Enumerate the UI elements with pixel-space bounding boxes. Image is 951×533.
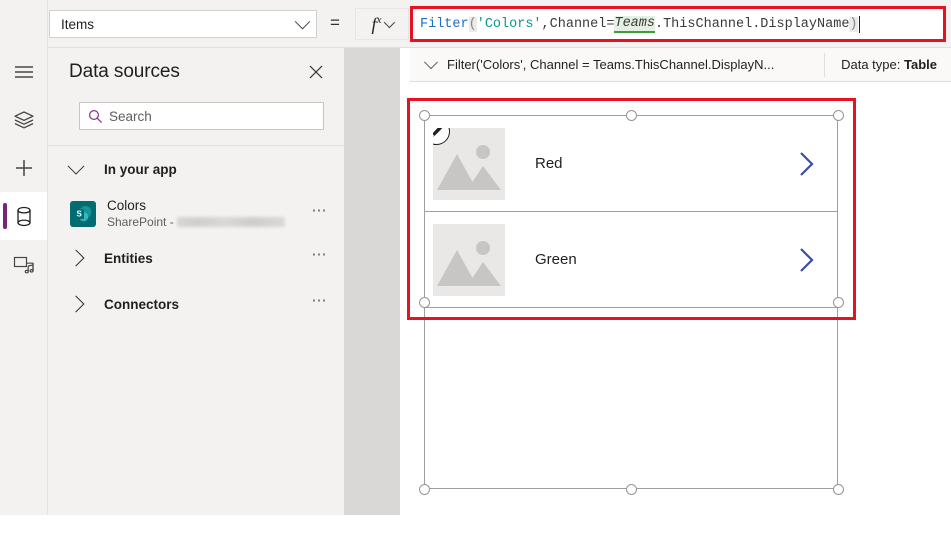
gallery-row-label: Green: [535, 251, 577, 268]
power-apps-studio: Items = fx Filter('Colors', Channel = Te…: [0, 0, 951, 533]
text-caret: [858, 15, 860, 33]
more-options-icon[interactable]: ⋯: [312, 203, 329, 222]
formula-input[interactable]: Filter('Colors', Channel = Teams .ThisCha…: [413, 9, 943, 39]
gallery-row-green[interactable]: Green: [425, 212, 837, 308]
resize-handle-top-left[interactable]: [418, 109, 430, 121]
property-dropdown-value: Items: [61, 16, 95, 32]
group-chevron-wrap: [67, 295, 104, 313]
gallery-control[interactable]: Red Green: [424, 115, 838, 489]
chevron-down-icon: [294, 13, 311, 29]
chevron-right-icon: [67, 249, 85, 267]
rail-item-data[interactable]: [0, 192, 47, 240]
equals-sign: =: [330, 13, 340, 32]
chevron-down-icon: [67, 157, 85, 175]
data-source-subtitle-prefix: SharePoint -: [107, 215, 174, 229]
search-icon: [88, 109, 103, 124]
data-source-item-colors[interactable]: S Colors SharePoint - ⋯: [48, 192, 344, 235]
formula-input-annotation-box: Filter('Colors', Channel = Teams .ThisCha…: [410, 6, 946, 42]
formula-bar: Items = fx Filter('Colors', Channel = Te…: [0, 0, 951, 48]
chevron-down-icon: [384, 16, 396, 29]
resize-handle-bottom-center[interactable]: [625, 483, 637, 495]
chevron-right-icon[interactable]: [798, 245, 815, 275]
formula-token-function: Filter: [420, 16, 469, 32]
data-type-value: Table: [904, 57, 937, 72]
data-type-indicator: Data type: Table: [825, 57, 951, 72]
data-source-name: Colors: [107, 198, 147, 213]
data-type-label: Data type:: [841, 57, 901, 72]
formula-bar-rail-spacer: [0, 0, 48, 48]
resize-handle-middle-left[interactable]: [418, 296, 430, 308]
image-placeholder-icon: [433, 127, 505, 200]
redacted-email: [176, 217, 285, 227]
property-dropdown[interactable]: Items: [49, 10, 317, 38]
hamburger-icon: [14, 65, 34, 79]
data-sources-header: Data sources: [48, 48, 344, 96]
rail-item-tree-view[interactable]: [0, 96, 47, 144]
group-label: In your app: [104, 161, 177, 177]
database-icon: [15, 206, 33, 227]
svg-text:S: S: [77, 209, 83, 218]
resize-handle-middle-right[interactable]: [832, 296, 844, 308]
fx-button[interactable]: fx: [355, 8, 409, 40]
group-in-your-app[interactable]: In your app: [48, 146, 344, 192]
rail-item-hamburger-menu[interactable]: [0, 48, 47, 96]
gallery-row-red[interactable]: Red: [425, 116, 837, 212]
rail-item-media[interactable]: [0, 240, 47, 288]
left-icon-rail: [0, 48, 48, 515]
formula-token-close-paren: ): [849, 16, 858, 32]
chevron-right-icon[interactable]: [798, 149, 815, 179]
plus-icon: [14, 158, 34, 178]
canvas-gutter: [344, 48, 400, 515]
resize-handle-bottom-right[interactable]: [832, 483, 844, 495]
formula-preview-text: Filter('Colors', Channel = Teams.ThisCha…: [447, 57, 775, 72]
image-placeholder-icon: [433, 223, 505, 296]
gallery-row-label: Red: [535, 155, 563, 172]
data-sources-search-row: [48, 96, 344, 145]
chevron-down-icon[interactable]: [423, 54, 439, 69]
group-label: Entities: [104, 250, 153, 266]
group-chevron-wrap: [67, 157, 104, 175]
resize-handle-bottom-left[interactable]: [418, 483, 430, 495]
formula-token-table: 'Colors': [476, 16, 542, 32]
group-label: Connectors: [104, 296, 180, 312]
close-icon[interactable]: [304, 60, 328, 84]
group-entities[interactable]: Entities ⋯: [48, 235, 344, 281]
formula-info-bar: Filter('Colors', Channel = Teams.ThisCha…: [410, 48, 951, 82]
data-source-item-text: Colors SharePoint -: [107, 197, 312, 230]
group-chevron-wrap: [67, 249, 104, 267]
resize-handle-top-center[interactable]: [625, 109, 637, 121]
panel-title: Data sources: [69, 61, 180, 82]
app-canvas[interactable]: Red Green: [400, 82, 951, 515]
chevron-right-icon: [67, 295, 85, 313]
data-source-subtitle: SharePoint -: [107, 214, 312, 230]
resize-handle-top-right[interactable]: [832, 109, 844, 121]
group-connectors[interactable]: Connectors ⋯: [48, 281, 344, 327]
fx-icon: fx: [371, 14, 382, 34]
formula-token-open-paren: (: [468, 16, 477, 32]
search-input[interactable]: [109, 108, 323, 124]
data-sources-panel: Data sources Search In your app S Colors…: [48, 48, 344, 515]
formula-token-column: Channel: [549, 16, 607, 32]
formula-token-operator: =: [606, 16, 615, 32]
formula-token-teams-object: Teams: [614, 15, 655, 33]
formula-token-comma: ,: [541, 16, 550, 32]
rail-item-insert[interactable]: [0, 144, 47, 192]
formula-token-member: .ThisChannel.DisplayName: [654, 16, 850, 32]
search-box[interactable]: [79, 102, 324, 130]
layers-icon: [13, 110, 35, 130]
more-options-icon[interactable]: ⋯: [312, 247, 329, 266]
media-icon: [13, 254, 35, 275]
sharepoint-icon: S: [70, 200, 96, 227]
more-options-icon[interactable]: ⋯: [312, 293, 329, 312]
